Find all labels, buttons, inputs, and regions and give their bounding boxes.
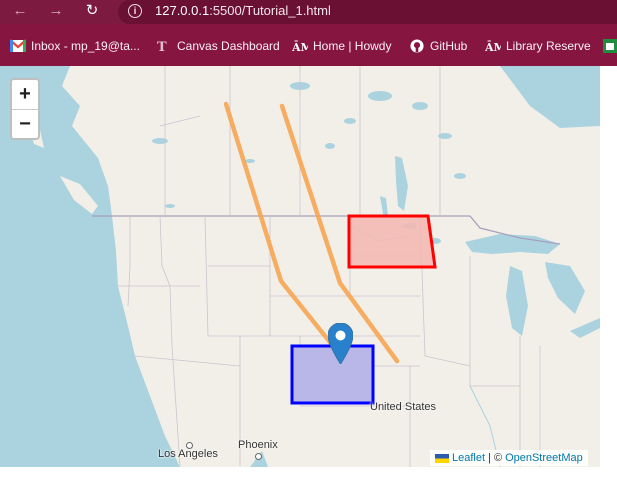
bookmark-sheets[interactable] <box>603 38 617 54</box>
map-attribution: Leaflet | © OpenStreetMap <box>430 450 588 466</box>
bookmark-label: Library Reserve <box>506 39 591 53</box>
red-rectangle[interactable] <box>347 214 437 269</box>
map-label-phoenix: Phoenix <box>238 439 278 451</box>
map-label-los-angeles: Los Angeles <box>158 448 218 460</box>
canvas-icon: T <box>157 40 167 53</box>
arrow-left-icon[interactable]: ← <box>12 3 28 19</box>
page-margin-bottom <box>0 467 617 479</box>
gmail-icon <box>10 39 26 52</box>
zoom-control: + − <box>10 78 40 140</box>
bookmark-howdy[interactable]: ĀM Home | Howdy <box>292 38 391 54</box>
bookmark-inbox[interactable]: Inbox - mp_19@ta... <box>10 38 140 54</box>
map-label-united-states: United States <box>370 401 437 413</box>
bookmark-label: Home | Howdy <box>313 39 392 53</box>
leaflet-link[interactable]: Leaflet <box>452 452 485 464</box>
arrow-right-icon[interactable]: → <box>48 3 64 19</box>
github-icon <box>410 39 424 53</box>
zoom-in-button[interactable]: + <box>12 80 38 110</box>
bookmark-label: GitHub <box>430 39 468 53</box>
city-dot-los-angeles <box>186 442 193 449</box>
url-host: 127.0.0.1 <box>155 3 210 18</box>
bookmark-library[interactable]: ĀM Library Reserve <box>485 38 591 54</box>
reload-icon[interactable]: ↻ <box>84 3 100 19</box>
svg-text:ĀM: ĀM <box>292 41 308 53</box>
tamu-icon: ĀM <box>292 41 308 53</box>
info-icon[interactable]: i <box>128 4 142 18</box>
tamu-icon: ĀM <box>485 41 501 53</box>
map-marker-icon[interactable] <box>328 323 353 364</box>
spreadsheet-icon <box>603 39 617 53</box>
attribution-separator: | © <box>488 452 503 464</box>
city-dot-phoenix <box>255 453 262 460</box>
openstreetmap-link[interactable]: OpenStreetMap <box>505 452 583 464</box>
browser-toolbar: ← → ↻ i 127.0.0.1:5500/Tutorial_1.html <box>0 0 617 24</box>
bookmark-github[interactable]: GitHub <box>409 38 467 54</box>
bookmark-canvas[interactable]: T Canvas Dashboard <box>156 38 280 54</box>
zoom-out-button[interactable]: − <box>12 110 38 139</box>
bookmark-label: Inbox - mp_19@ta... <box>31 39 140 53</box>
ukraine-flag-icon <box>435 453 449 463</box>
url-text[interactable]: 127.0.0.1:5500/Tutorial_1.html <box>155 3 331 18</box>
vector-layer <box>223 101 437 405</box>
map-container[interactable] <box>0 66 600 467</box>
svg-text:T: T <box>157 40 167 53</box>
svg-text:ĀM: ĀM <box>485 41 501 53</box>
bookmark-label: Canvas Dashboard <box>177 39 280 53</box>
page-margin-right <box>600 66 617 467</box>
url-path: :5500/Tutorial_1.html <box>209 3 331 18</box>
